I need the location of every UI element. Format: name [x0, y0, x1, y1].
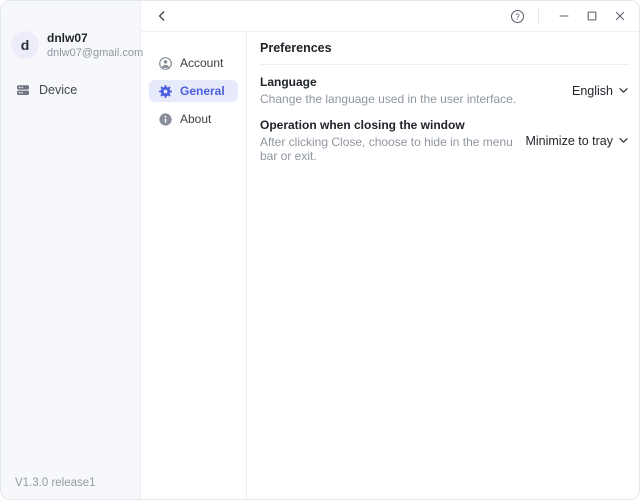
user-profile[interactable]: d dnlw07 dnlw07@gmail.com — [1, 31, 140, 59]
chevron-down-icon — [618, 85, 629, 96]
sidebar-item-label: Device — [39, 83, 77, 97]
sidebar-item-device[interactable]: Device — [1, 77, 140, 103]
close-icon — [613, 9, 627, 23]
user-circle-icon — [158, 56, 173, 71]
info-circle-icon — [158, 112, 173, 127]
close-button[interactable] — [609, 5, 631, 27]
minimize-icon — [557, 9, 571, 23]
user-email: dnlw07@gmail.com — [47, 47, 140, 59]
tab-account[interactable]: Account — [149, 52, 238, 74]
tab-about[interactable]: About — [149, 108, 238, 130]
dropdown-value: English — [572, 84, 613, 98]
settings-nav: Account — [141, 32, 247, 499]
main-panel: ? — [141, 1, 639, 499]
title-bar: ? — [141, 1, 639, 32]
setting-text: Language Change the language used in the… — [260, 75, 516, 106]
setting-description: After clicking Close, choose to hide in … — [260, 135, 513, 163]
maximize-icon — [585, 9, 599, 23]
chevron-left-icon — [155, 9, 169, 23]
minimize-button[interactable] — [553, 5, 575, 27]
gear-icon — [158, 84, 173, 99]
setting-text: Operation when closing the window After … — [260, 118, 513, 163]
app-window: d dnlw07 dnlw07@gmail.com Device V1.3.0 … — [0, 0, 640, 500]
language-dropdown[interactable]: English — [572, 84, 629, 98]
app-version: V1.3.0 release1 — [15, 477, 96, 489]
tab-general[interactable]: General — [149, 80, 238, 102]
user-name: dnlw07 — [47, 32, 140, 45]
page-title: Preferences — [260, 32, 629, 65]
setting-language: Language Change the language used in the… — [260, 75, 629, 106]
chevron-down-icon — [618, 135, 629, 146]
titlebar-divider — [538, 9, 539, 23]
question-circle-icon: ? — [510, 9, 525, 24]
body: Account — [141, 32, 639, 499]
maximize-button[interactable] — [581, 5, 603, 27]
back-button[interactable] — [151, 5, 173, 27]
setting-label: Language — [260, 75, 516, 89]
avatar: d — [11, 31, 39, 59]
help-button[interactable]: ? — [506, 5, 528, 27]
preferences-content: Preferences Language Change the language… — [247, 32, 639, 499]
sidebar: d dnlw07 dnlw07@gmail.com Device V1.3.0 … — [1, 1, 141, 499]
tab-label: Account — [180, 56, 223, 70]
tab-label: General — [180, 84, 225, 98]
setting-close-operation: Operation when closing the window After … — [260, 118, 629, 163]
tab-label: About — [180, 112, 211, 126]
server-icon — [15, 82, 31, 98]
setting-label: Operation when closing the window — [260, 118, 513, 132]
svg-text:?: ? — [515, 12, 520, 21]
user-meta: dnlw07 dnlw07@gmail.com — [47, 32, 140, 59]
close-operation-dropdown[interactable]: Minimize to tray — [525, 134, 629, 148]
setting-description: Change the language used in the user int… — [260, 92, 516, 106]
dropdown-value: Minimize to tray — [525, 134, 613, 148]
